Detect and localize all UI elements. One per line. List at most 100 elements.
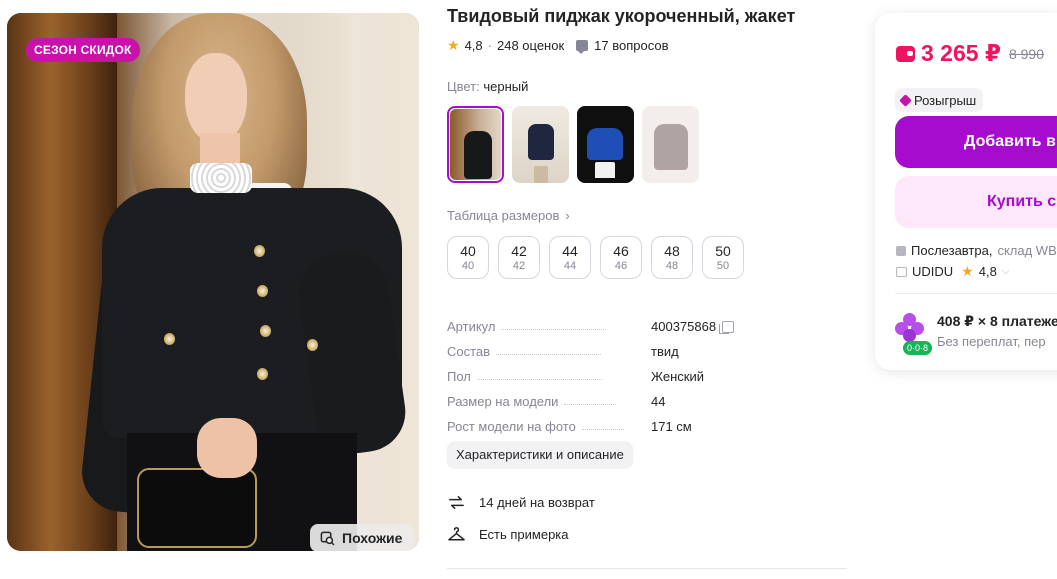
article-number: 400375868 [651,319,717,334]
copy-icon[interactable] [719,320,735,334]
size-selector: 40 40 42 42 44 44 46 46 48 48 50 50 [447,236,744,279]
photo-pearls [190,163,252,193]
sale-badge: СЕЗОН СКИДОК [26,38,140,62]
size-option[interactable]: 42 42 [498,236,540,279]
description-button[interactable]: Характеристики и описание [447,441,633,469]
spec-row: Состав твид [447,334,747,359]
color-label: Цвет: черный [447,79,528,94]
star-icon: ★ [447,37,460,53]
spec-row: Пол Женский [447,359,747,384]
return-label: 14 дней на возврат [479,495,595,510]
delivery-date: Послезавтра, [911,243,993,258]
buy-card: 3 265 ₽ 8 990 Розыгрыш Добавить в Купить… [875,13,1057,370]
spec-value: твид [651,344,679,359]
size-table-label: Таблица размеров [447,208,560,223]
add-to-cart-button[interactable]: Добавить в [895,116,1057,168]
raffle-badge[interactable]: Розыгрыш [895,88,984,112]
reviews-link[interactable]: 248 оценок [497,38,564,53]
color-swatch-black[interactable] [447,106,504,183]
swatch-image [577,106,634,183]
photo-clutch [137,468,257,548]
delivery-warehouse: склад WB [997,243,1057,258]
size-option[interactable]: 50 50 [702,236,744,279]
hanger-icon [448,527,465,541]
similar-icon [320,531,335,545]
seller-rating: 4,8 [978,264,997,279]
installment-note: Без переплат, пер [937,334,1046,349]
seller-info[interactable]: UDIDU ★ 4,8 ⌵ [896,263,1009,280]
buy-now-button[interactable]: Купить с [895,176,1057,228]
size-option[interactable]: 40 40 [447,236,489,279]
divider [447,568,847,569]
questions-link[interactable]: 17 вопросов [594,38,668,53]
size-sub: 44 [563,259,577,272]
photo-jacket-button [260,325,271,337]
return-arrows-icon [449,496,464,509]
spec-key: Состав [447,344,491,359]
star-icon: ★ [961,263,974,279]
dotted-leader [501,329,607,330]
installment-offer[interactable]: 0·0·8 408 ₽ × 8 платеже Без переплат, пе… [895,313,1057,355]
size-sub: 40 [461,259,475,272]
spec-row: Размер на модели 44 [447,384,747,409]
color-label-key: Цвет: [447,79,480,94]
color-swatch-navy[interactable] [512,106,569,183]
swatch-image [450,109,501,180]
size-main: 46 [613,242,629,259]
rating-row: ★ 4,8 · 248 оценок 17 вопросов [447,37,669,54]
photo-jacket-button [307,339,318,351]
color-swatch-blue[interactable] [577,106,634,183]
installment-flower-icon: 0·0·8 [895,313,933,355]
price-row: 3 265 ₽ 8 990 [896,40,1044,67]
chevron-right-icon: › [565,208,570,223]
photo-jacket-button [254,245,265,257]
installment-text: 408 ₽ × 8 платеже Без переплат, пер [937,313,1057,349]
spec-key: Артикул [447,319,496,334]
divider [895,293,1057,294]
spec-value: 44 [651,394,666,409]
similar-button[interactable]: Похожие [310,524,414,551]
similar-label: Похожие [342,530,403,546]
size-option[interactable]: 48 48 [651,236,693,279]
color-swatches [447,106,699,183]
size-main: 44 [562,242,578,259]
color-label-value: черный [483,79,529,94]
size-main: 50 [715,242,731,259]
spec-value: 171 см [651,419,692,434]
raffle-label: Розыгрыш [914,92,977,108]
size-table-link[interactable]: Таблица размеров › [447,208,570,223]
photo-hand [197,418,257,478]
spec-key: Размер на модели [447,394,559,409]
swatch-image [642,106,699,183]
installment-tag: 0·0·8 [903,341,933,355]
size-option[interactable]: 44 44 [549,236,591,279]
size-sub: 46 [614,259,628,272]
product-title: Твидовый пиджак укороченный, жакет [447,6,796,26]
size-sub: 48 [665,259,679,272]
seller-name: UDIDU [912,264,954,279]
photo-face [185,53,247,143]
size-option[interactable]: 46 46 [600,236,642,279]
photo-jacket-button [164,333,175,345]
spec-key: Пол [447,369,471,384]
spec-row: Артикул 400375868 [447,309,747,334]
photo-jacket-button [257,368,268,380]
color-swatch-unavailable[interactable] [642,106,699,183]
shop-icon [896,266,907,277]
size-main: 40 [460,242,476,259]
photo-jacket-button [257,285,268,297]
dotted-leader [476,379,602,380]
dotted-leader [564,404,617,405]
box-icon [896,245,906,256]
product-photo[interactable]: СЕЗОН СКИДОК Похожие [7,13,419,551]
dotted-leader [581,429,624,430]
spec-row: Рост модели на фото 171 см [447,409,747,434]
fitting-info: Есть примерка [447,525,569,544]
separator-dot: · [487,38,492,53]
chevron-down-icon: ⌵ [1001,266,1010,277]
wallet-icon [896,45,915,62]
fitting-label: Есть примерка [479,527,569,542]
size-main: 42 [511,242,527,259]
dotted-leader [496,354,602,355]
size-sub: 42 [512,259,526,272]
